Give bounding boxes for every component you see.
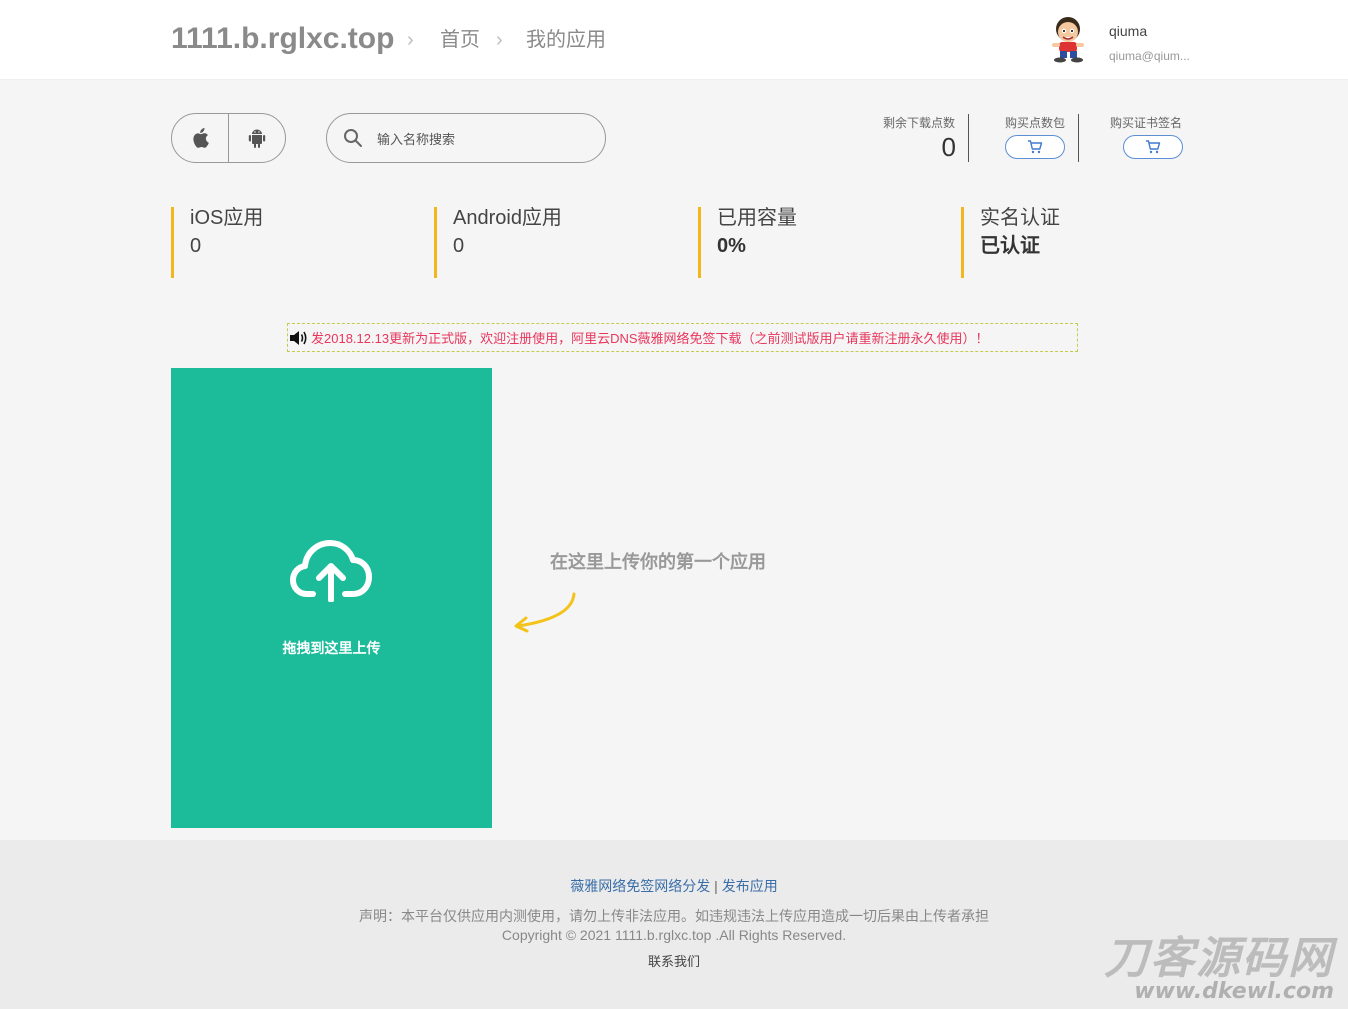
upload-label: 拖拽到这里上传 xyxy=(282,640,381,656)
breadcrumb-separator-icon: › xyxy=(407,29,414,51)
stat-android-apps: Android应用 0 xyxy=(434,207,562,278)
footer-links: 薇雅网络免签网络分发 | 发布应用 xyxy=(0,876,1348,896)
buy-points-button[interactable] xyxy=(1005,135,1065,159)
user-email: qiuma@qium... xyxy=(1109,49,1190,63)
stat-label: 实名认证 xyxy=(980,207,1060,229)
watermark-logo: 刀客源码网 www.dkewl.com xyxy=(1104,937,1334,1003)
breadcrumb-home[interactable]: 首页 xyxy=(440,28,480,52)
platform-filter xyxy=(171,113,286,163)
avatar[interactable] xyxy=(1046,15,1090,63)
upload-dropzone[interactable]: 拖拽到这里上传 xyxy=(171,368,492,828)
apple-icon xyxy=(193,128,209,148)
stat-label: iOS应用 xyxy=(190,207,264,229)
cart-icon xyxy=(1146,140,1161,154)
watermark-text: 刀客源码网 xyxy=(1104,933,1334,984)
breadcrumb-my-apps[interactable]: 我的应用 xyxy=(526,28,606,52)
android-icon xyxy=(248,129,266,148)
footer-link-publish[interactable]: 发布应用 xyxy=(722,878,778,894)
buy-cert-label: 购买证书签名 xyxy=(1110,116,1183,130)
stat-ios-apps: iOS应用 0 xyxy=(171,207,263,278)
remaining-downloads-label: 剩余下载点数 xyxy=(883,116,956,130)
avatar-icon xyxy=(1052,17,1084,63)
user-name[interactable]: qiuma xyxy=(1109,23,1147,39)
stat-used-storage: 已用容量 0% xyxy=(698,207,797,278)
search-input[interactable] xyxy=(375,126,589,152)
notice-marquee: 发2018.12.13更新为正式版，欢迎注册使用，阿里云DNS薇雅网络免签下载（… xyxy=(287,323,1078,352)
site-title[interactable]: 1111.b.rglxc.top xyxy=(171,20,394,58)
stat-label: Android应用 xyxy=(453,207,562,229)
speaker-icon xyxy=(290,330,307,345)
footer: 薇雅网络免签网络分发 | 发布应用 声明：本平台仅供应用内测使用，请勿上传非法应… xyxy=(0,840,1348,1009)
stat-value: 0% xyxy=(717,235,746,257)
notice-text: 发2018.12.13更新为正式版，欢迎注册使用，阿里云DNS薇雅网络免签下载（… xyxy=(311,331,989,346)
upload-hint: 在这里上传你的第一个应用 xyxy=(550,552,766,572)
stat-label: 已用容量 xyxy=(717,207,797,229)
stat-real-name-auth: 实名认证 已认证 xyxy=(961,207,1060,278)
buy-points-label: 购买点数包 xyxy=(1005,116,1066,130)
top-header: 1111.b.rglxc.top › 首页 › 我的应用 qiuma qiuma… xyxy=(0,0,1348,80)
footer-link-distribution[interactable]: 薇雅网络免签网络分发 xyxy=(570,878,710,894)
breadcrumb-separator-icon: › xyxy=(496,29,503,51)
stat-value: 0 xyxy=(190,235,202,257)
curved-arrow-icon xyxy=(514,592,576,633)
stat-value: 0 xyxy=(453,235,465,257)
buy-cert-button[interactable] xyxy=(1123,135,1183,159)
search-box xyxy=(326,113,606,163)
remaining-downloads-value: 0 xyxy=(941,132,956,162)
divider xyxy=(1078,114,1079,162)
search-icon xyxy=(344,129,362,147)
footer-disclaimer: 声明：本平台仅供应用内测使用，请勿上传非法应用。如违规违法上传应用造成一切后果由… xyxy=(359,908,989,924)
footer-link-separator: | xyxy=(714,878,718,894)
filter-ios-button[interactable] xyxy=(172,114,228,162)
stat-value: 已认证 xyxy=(980,235,1040,257)
divider xyxy=(968,114,969,162)
cart-icon xyxy=(1028,140,1043,154)
filter-android-button[interactable] xyxy=(228,114,285,162)
cloud-upload-icon xyxy=(290,540,372,602)
watermark-url: www.dkewl.com xyxy=(1134,979,1334,1004)
